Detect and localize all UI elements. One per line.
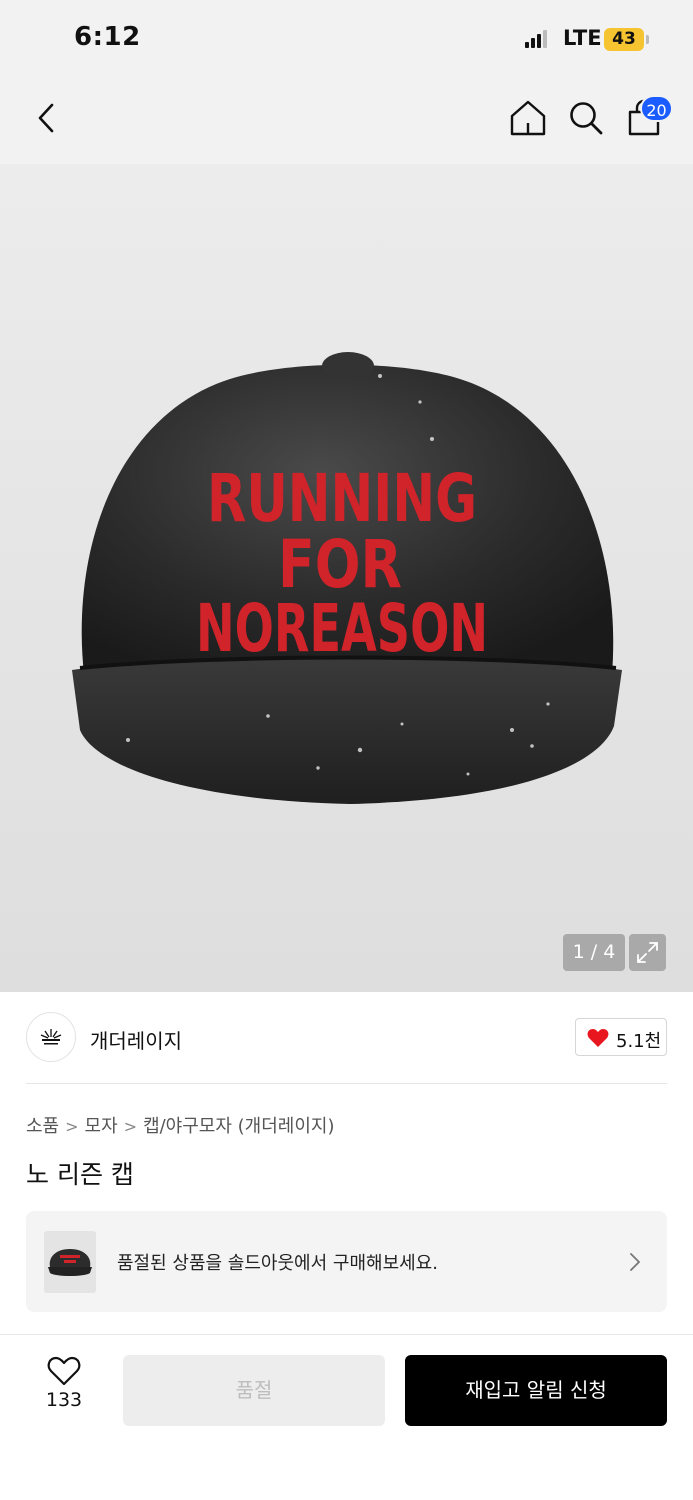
network-label: LTE: [563, 26, 602, 50]
bottom-action-bar: 133 품절 재입고 알림 신청: [0, 1334, 693, 1500]
signal-icon: [525, 30, 551, 48]
soldout-thumbnail: [44, 1231, 96, 1293]
expand-icon: [637, 942, 658, 963]
cart-count-badge: 20: [640, 95, 673, 122]
image-counter: 1 / 4: [563, 934, 625, 971]
home-button[interactable]: [508, 98, 548, 138]
cap-text-line3: NOREASON: [196, 590, 488, 667]
soldout-promo-card[interactable]: 품절된 상품을 솔드아웃에서 구매해보세요.: [26, 1211, 667, 1312]
wishlist-button[interactable]: 133: [30, 1355, 98, 1425]
soldout-promo-text: 품절된 상품을 솔드아웃에서 구매해보세요.: [117, 1253, 438, 1274]
cap-image: RUNNING FOR NOREASON: [72, 352, 622, 804]
top-nav: [0, 80, 693, 164]
battery-icon: 43: [604, 28, 644, 51]
back-button[interactable]: [27, 98, 67, 138]
wishlist-count: 133: [45, 1389, 83, 1411]
battery-tip: [646, 35, 649, 44]
brand-name[interactable]: 개더레이지: [90, 1025, 182, 1054]
brand-logo-icon: [40, 1029, 62, 1045]
product-image[interactable]: RUNNING FOR NOREASON: [0, 164, 693, 992]
product-title: 노 리즌 캡: [26, 1160, 134, 1189]
status-time: 6:12: [74, 22, 141, 52]
expand-button[interactable]: [629, 934, 666, 971]
heart-outline-icon: [47, 1356, 81, 1386]
chevron-left-icon: [38, 103, 54, 133]
brand-like-count: 5.1천: [616, 1031, 662, 1052]
soldout-button: 품절: [123, 1355, 385, 1426]
search-icon: [570, 102, 603, 135]
breadcrumb-item-hats[interactable]: 모자: [85, 1116, 118, 1137]
chevron-right-icon: >: [65, 1117, 79, 1136]
brand-like-button[interactable]: 5.1천: [575, 1018, 667, 1056]
search-button[interactable]: [566, 98, 606, 138]
chevron-right-icon: [630, 1253, 640, 1271]
status-bar: 6:12 LTE 43: [0, 0, 693, 80]
breadcrumb-item-accessories[interactable]: 소품: [26, 1116, 59, 1137]
restock-alert-button[interactable]: 재입고 알림 신청: [405, 1355, 667, 1426]
breadcrumb-item-caps[interactable]: 캡/야구모자 (개더레이지): [143, 1116, 334, 1137]
brand-logo[interactable]: [26, 1012, 76, 1062]
breadcrumb: 소품 > 모자 > 캡/야구모자 (개더레이지): [26, 1112, 335, 1138]
heart-filled-icon: [587, 1029, 609, 1047]
brand-row: 개더레이지 5.1천: [26, 1010, 667, 1084]
chevron-right-icon: >: [123, 1117, 138, 1136]
home-icon: [510, 100, 546, 136]
